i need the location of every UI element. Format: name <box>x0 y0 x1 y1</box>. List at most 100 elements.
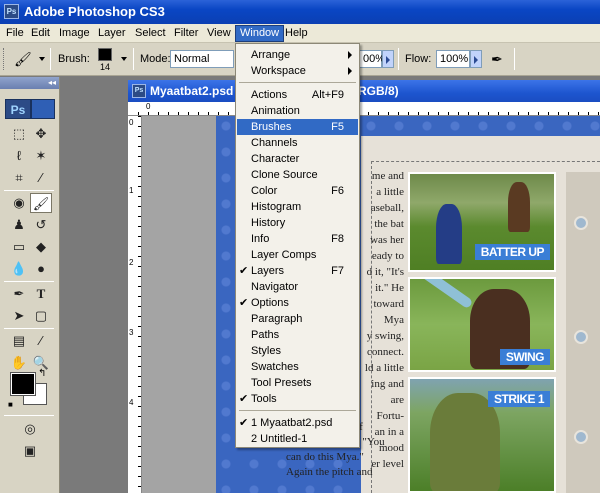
brush-tool-icon[interactable]: 🖌 <box>30 193 52 213</box>
photoshop-badge-icon: Ps <box>5 99 31 119</box>
menu-item-shortcut: F7 <box>331 265 344 277</box>
ruler-mark: 2 <box>129 258 134 267</box>
marquee-tool-icon[interactable]: ⬚ <box>8 124 30 144</box>
journal-text-line: can do this Mya." <box>286 451 364 463</box>
window-menu-item-paragraph[interactable]: Paragraph <box>237 311 358 327</box>
foreground-color-swatch[interactable] <box>10 372 36 396</box>
menu-item-label: Animation <box>251 105 300 117</box>
default-colors-icon[interactable]: ■ <box>8 400 13 409</box>
window-menu-item-brushes[interactable]: Brushes F5 <box>237 119 358 135</box>
pen-tool-icon[interactable]: ✒ <box>8 284 30 304</box>
swap-colors-icon[interactable]: ↰ <box>38 368 46 379</box>
history-brush-tool-icon[interactable]: ↺ <box>30 215 52 235</box>
vertical-ruler[interactable]: 0 1 2 3 4 <box>128 116 142 493</box>
menu-help[interactable]: Help <box>281 26 312 41</box>
brush-tool-preset-icon[interactable]: 🖌 <box>14 51 32 69</box>
eyedropper-tool-icon[interactable]: ∕ <box>30 331 52 351</box>
opacity-field[interactable]: 00% <box>360 50 385 68</box>
child-figure <box>508 182 530 232</box>
mode-select[interactable]: Normal <box>170 50 234 68</box>
menu-view[interactable]: View <box>203 26 235 41</box>
magic-wand-tool-icon[interactable]: ✶ <box>30 146 52 166</box>
journal-text-line: connect. <box>367 346 404 358</box>
window-menu-item-histogram[interactable]: Histogram <box>237 199 358 215</box>
tool-preset-dropdown-icon[interactable] <box>39 57 45 61</box>
airbrush-toggle-icon[interactable]: ✒ <box>491 51 503 68</box>
journal-text-line: a little <box>376 186 404 198</box>
journal-text-line: toward <box>373 298 404 310</box>
eraser-tool-icon[interactable]: ▭ <box>8 237 30 257</box>
type-tool-icon[interactable]: T <box>30 284 52 304</box>
quick-mask-icon[interactable]: ◎ <box>19 419 41 439</box>
menu-window[interactable]: Window <box>235 25 285 42</box>
screen-mode-icon[interactable]: ▣ <box>19 441 41 461</box>
canvas-pasteboard <box>142 116 216 493</box>
paint-bucket-tool-icon[interactable]: ◆ <box>30 237 52 257</box>
child-figure <box>430 393 500 491</box>
menu-layer[interactable]: Layer <box>94 26 130 41</box>
window-menu-item-workspace[interactable]: Workspace <box>237 63 358 79</box>
window-menu-item-clone-source[interactable]: Clone Source <box>237 167 358 183</box>
healing-brush-tool-icon[interactable]: ◉ <box>8 193 30 213</box>
window-menu-item-layers[interactable]: ✔ Layers F7 <box>237 263 358 279</box>
slice-tool-icon[interactable]: ∕ <box>30 168 52 188</box>
move-tool-icon[interactable]: ✥ <box>30 124 52 144</box>
window-menu-item-layer-comps[interactable]: Layer Comps <box>237 247 358 263</box>
window-menu-item-animation[interactable]: Animation <box>237 103 358 119</box>
document-titlebar[interactable]: Ps Myaatbat2.psd RGB/8) <box>128 80 600 102</box>
divider <box>4 190 54 191</box>
ruler-mark: 0 <box>129 118 134 127</box>
window-menu-item-2-untitled-1[interactable]: 2 Untitled-1 <box>237 431 358 447</box>
brush-preview-swatch[interactable] <box>98 48 112 61</box>
brush-picker-dropdown-icon[interactable] <box>121 57 127 61</box>
document-mode: RGB/8) <box>358 84 399 98</box>
window-menu-item-channels[interactable]: Channels <box>237 135 358 151</box>
window-menu-item-tools[interactable]: ✔ Tools <box>237 391 358 407</box>
menu-edit[interactable]: Edit <box>27 26 54 41</box>
lasso-tool-icon[interactable]: ℓ <box>8 146 30 166</box>
collapse-icon[interactable]: ◂◂ <box>48 78 56 87</box>
divider <box>514 48 515 70</box>
brush-size-value: 14 <box>100 62 111 72</box>
window-menu-item-swatches[interactable]: Swatches <box>237 359 358 375</box>
toolbox-header[interactable]: ◂◂ <box>0 77 59 89</box>
window-menu-item-styles[interactable]: Styles <box>237 343 358 359</box>
clone-stamp-tool-icon[interactable]: ♟ <box>8 215 30 235</box>
window-menu-item-options[interactable]: ✔ Options <box>237 295 358 311</box>
window-menu-item-color[interactable]: Color F6 <box>237 183 358 199</box>
window-menu-item-1-myaatbat2-psd[interactable]: ✔ 1 Myaatbat2.psd <box>237 415 358 431</box>
flow-field[interactable]: 100% <box>436 50 470 68</box>
crop-tool-icon[interactable]: ⌗ <box>8 168 30 188</box>
window-menu-item-history[interactable]: History <box>237 215 358 231</box>
menu-item-shortcut: F5 <box>331 121 344 133</box>
opacity-slider-button[interactable] <box>382 50 394 68</box>
journal-text-line: eady to <box>371 250 404 262</box>
hand-tool-icon[interactable]: ✋ <box>8 353 30 373</box>
menu-filter[interactable]: Filter <box>170 26 202 41</box>
dodge-tool-icon[interactable]: ● <box>30 259 52 279</box>
window-menu-item-character[interactable]: Character <box>237 151 358 167</box>
flow-label: Flow: <box>405 53 432 65</box>
window-menu-item-navigator[interactable]: Navigator <box>237 279 358 295</box>
horizontal-ruler[interactable]: 0 <box>138 102 600 116</box>
shape-tool-icon[interactable]: ▢ <box>30 306 52 326</box>
options-bar-grip[interactable] <box>3 48 6 70</box>
checkmark-icon: ✔ <box>239 393 249 405</box>
journal-text-line: was her <box>370 234 404 246</box>
flow-slider-button[interactable] <box>470 50 482 68</box>
app-title: Adobe Photoshop CS3 <box>24 4 165 19</box>
path-selection-tool-icon[interactable]: ➤ <box>8 306 30 326</box>
menu-image[interactable]: Image <box>55 26 94 41</box>
menu-file[interactable]: File <box>2 26 28 41</box>
blur-tool-icon[interactable]: 💧 <box>8 259 30 279</box>
window-menu-item-arrange[interactable]: Arrange <box>237 47 358 63</box>
journal-text-line: y swing, <box>366 330 404 342</box>
menu-item-label: Workspace <box>251 65 306 77</box>
menu-select[interactable]: Select <box>131 26 170 41</box>
window-menu-item-actions[interactable]: Actions Alt+F9 <box>237 87 358 103</box>
menu-separator <box>239 410 356 411</box>
window-menu-item-info[interactable]: Info F8 <box>237 231 358 247</box>
window-menu-item-tool-presets[interactable]: Tool Presets <box>237 375 358 391</box>
window-menu-item-paths[interactable]: Paths <box>237 327 358 343</box>
notes-tool-icon[interactable]: ▤ <box>8 331 30 351</box>
